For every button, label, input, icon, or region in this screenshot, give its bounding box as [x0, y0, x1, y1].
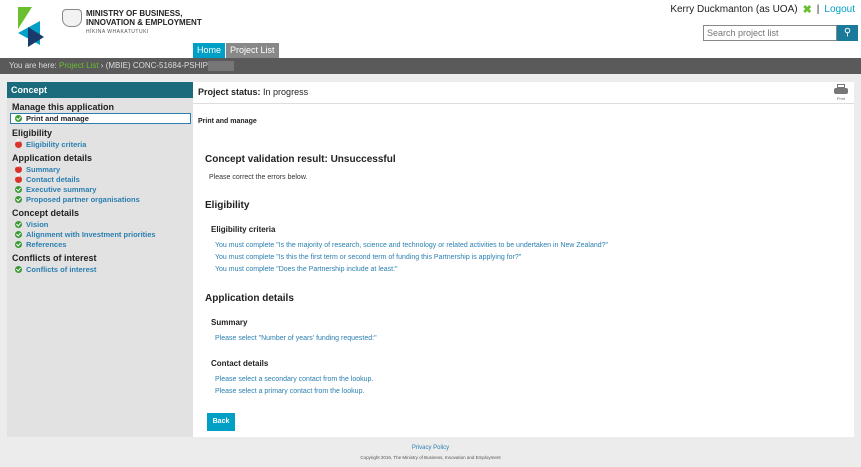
nav-tab-home[interactable]: Home: [193, 43, 226, 58]
error-link[interactable]: Please select a primary contact from the…: [215, 388, 364, 395]
separator: |: [816, 4, 820, 15]
sidebar-item-conflicts-of-interest[interactable]: Conflicts of interest: [7, 264, 193, 274]
redacted-block: [207, 60, 234, 71]
org-name: MINISTRY OF BUSINESS, INNOVATION & EMPLO…: [86, 9, 202, 27]
error-link[interactable]: Please select "Number of years' funding …: [215, 335, 377, 342]
org-name-line1: MINISTRY OF BUSINESS,: [86, 9, 183, 18]
divider: [193, 103, 854, 104]
sidebar-group-manage: Manage this application: [12, 102, 115, 112]
search-box: ⚲: [703, 25, 858, 41]
check-icon: [15, 115, 22, 122]
sidebar-item-eligibility-criteria[interactable]: Eligibility criteria: [7, 138, 193, 149]
sidebar-item-label: Proposed partner organisations: [26, 194, 140, 204]
validation-result-title: Concept validation result: Unsuccessful: [205, 154, 396, 165]
error-link[interactable]: You must complete "Is this the first ter…: [215, 254, 521, 261]
org-name-line2: INNOVATION & EMPLOYMENT: [86, 18, 202, 27]
site-header: MINISTRY OF BUSINESS, INNOVATION & EMPLO…: [0, 0, 861, 58]
check-icon: [15, 230, 22, 238]
check-icon: [15, 185, 22, 193]
sidebar-item-contact-details[interactable]: Contact details: [7, 173, 193, 184]
check-icon: [15, 240, 22, 248]
sidebar-item-executive-summary[interactable]: Executive summary: [7, 184, 193, 194]
close-impersonation-icon[interactable]: ✖: [803, 3, 812, 16]
error-icon: [15, 173, 22, 183]
application-details-title: Application details: [205, 293, 294, 304]
print-button[interactable]: Print: [833, 84, 849, 101]
error-icon: [15, 138, 22, 148]
crest-icon: [62, 9, 82, 27]
user-name: Kerry Duckmanton (as UOA): [670, 4, 798, 15]
breadcrumb: You are here: Project List › (MBIE) CONC…: [0, 58, 861, 74]
eligibility-criteria-title: Eligibility criteria: [211, 225, 276, 234]
search-icon[interactable]: ⚲: [837, 25, 858, 41]
sidebar-item-alignment[interactable]: Alignment with Investment priorities: [7, 229, 193, 239]
sidebar-group-application-details: Application details: [12, 153, 93, 163]
error-icon: [15, 163, 22, 173]
top-nav: Home Project List: [193, 43, 280, 58]
project-status: Project status: In progress: [198, 87, 308, 97]
summary-title: Summary: [211, 318, 248, 327]
logo-navy-shape: [28, 27, 44, 47]
sidebar-item-summary[interactable]: Summary: [7, 163, 193, 174]
search-input[interactable]: [703, 25, 837, 41]
sidebar-item-label: Contact details: [26, 174, 80, 184]
footer: Privacy Policy Copyright 2016, The Minis…: [0, 445, 861, 460]
check-icon: [15, 220, 22, 228]
error-link[interactable]: You must complete "Is the majority of re…: [215, 242, 608, 249]
privacy-policy-link[interactable]: Privacy Policy: [0, 445, 861, 451]
mbie-logo[interactable]: MINISTRY OF BUSINESS, INNOVATION & EMPLO…: [18, 7, 218, 47]
contact-details-title: Contact details: [211, 359, 269, 368]
sidebar-item-label: Print and manage: [26, 114, 89, 123]
error-link[interactable]: You must complete "Does the Partnership …: [215, 266, 398, 273]
printer-icon: [834, 84, 848, 96]
sidebar: Concept Manage this application Print an…: [7, 82, 193, 437]
sidebar-group-concept-details: Concept details: [12, 208, 80, 218]
sidebar-item-vision[interactable]: Vision: [7, 219, 193, 229]
status-label: Project status:: [198, 87, 261, 97]
eligibility-title: Eligibility: [205, 200, 250, 211]
logout-link[interactable]: Logout: [824, 4, 855, 15]
org-subtitle: HĪKINA WHAKATUTUKI: [86, 29, 149, 35]
sidebar-item-label: References: [26, 239, 67, 249]
sidebar-item-label: Eligibility criteria: [26, 139, 87, 149]
print-label: Print: [836, 96, 846, 101]
breadcrumb-prefix: You are here:: [9, 61, 57, 70]
section-heading: Print and manage: [198, 118, 257, 125]
breadcrumb-link-project-list[interactable]: Project List: [59, 61, 99, 70]
sidebar-group-eligibility: Eligibility: [12, 128, 53, 138]
main-content: Project status: In progress Print Print …: [193, 82, 854, 437]
nav-tab-project-list[interactable]: Project List: [226, 43, 279, 58]
sidebar-item-references[interactable]: References: [7, 239, 193, 249]
sidebar-item-label: Vision: [26, 219, 49, 229]
copyright: Copyright 2016, The Ministry of Business…: [360, 455, 501, 460]
check-icon: [15, 265, 22, 273]
back-button[interactable]: Back: [207, 413, 235, 431]
breadcrumb-arrow: ›: [100, 61, 104, 70]
check-icon: [15, 195, 22, 203]
sidebar-item-label: Summary: [26, 164, 61, 174]
sidebar-item-label: Alignment with Investment priorities: [26, 229, 156, 239]
sidebar-title: Concept: [7, 82, 193, 98]
sidebar-item-proposed-partner-organisations[interactable]: Proposed partner organisations: [7, 194, 193, 204]
error-link[interactable]: Please select a secondary contact from t…: [215, 376, 373, 383]
sidebar-item-label: Conflicts of interest: [26, 264, 97, 274]
breadcrumb-current: (MBIE) CONC-51684-PSHIP: [105, 61, 208, 70]
sidebar-item-print-and-manage[interactable]: Print and manage: [10, 113, 191, 124]
sidebar-item-label: Executive summary: [26, 184, 97, 194]
sidebar-group-conflicts: Conflicts of interest: [12, 253, 97, 263]
validation-note: Please correct the errors below.: [209, 174, 308, 181]
status-value: In progress: [263, 87, 309, 97]
user-bar: Kerry Duckmanton (as UOA) ✖ | Logout: [670, 3, 855, 16]
